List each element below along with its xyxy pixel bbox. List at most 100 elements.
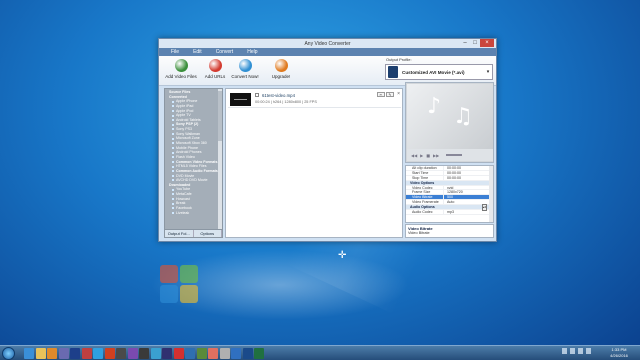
file-checkbox[interactable]: [255, 93, 259, 97]
property-key: Audio Codec: [406, 210, 444, 214]
add-video-icon: [174, 59, 188, 72]
property-key: Stop Time: [406, 175, 444, 180]
close-button[interactable]: ×: [480, 39, 494, 47]
upgrade-icon: [274, 59, 288, 72]
tree-item[interactable]: Liveleak: [167, 211, 218, 216]
app-icon[interactable]: [242, 348, 253, 359]
app-icon[interactable]: [139, 348, 149, 359]
volume-icon[interactable]: [578, 348, 583, 354]
property-key: Start Time: [406, 170, 444, 175]
folder-icon[interactable]: [35, 348, 46, 359]
app-icon[interactable]: [173, 348, 184, 359]
video-thumbnail: [230, 93, 251, 106]
maximize-button[interactable]: □: [470, 39, 480, 47]
bitrate-spinner[interactable]: ▴▾: [482, 204, 487, 211]
options-tab[interactable]: Options: [194, 230, 222, 237]
volume-slider[interactable]: [446, 154, 463, 156]
minimize-button[interactable]: –: [460, 39, 470, 47]
profile-sidebar: Source Files Converted Apple iPhone Apple i…: [164, 88, 223, 238]
property-description-text: Video Bitrate: [408, 231, 430, 235]
window-title: Any Video Converter: [304, 41, 351, 47]
clock-date: 4/26/2016: [610, 353, 628, 358]
tray-icon[interactable]: [570, 348, 575, 354]
menu-bar: File Edit Convert Help: [159, 48, 496, 56]
app-icon[interactable]: [219, 348, 230, 359]
property-key: Frame Size: [406, 190, 444, 195]
property-value[interactable]: 00:00:00: [444, 176, 493, 180]
output-profile-value: Customized AVI Movie (*.avi): [402, 69, 465, 75]
output-folder-tab[interactable]: Output Fol...: [165, 230, 194, 237]
preview-controls: ◀◀ ▶ ■ ▶▶: [407, 149, 493, 161]
remove-file-icon[interactable]: ×: [397, 91, 400, 97]
property-key: Alt clip duration: [406, 166, 444, 170]
chevron-down-icon[interactable]: ▾: [484, 69, 492, 75]
property-description: Video Bitrate Video Bitrate: [405, 224, 494, 238]
forward-icon[interactable]: ▶▶: [433, 153, 439, 158]
rewind-icon[interactable]: ◀◀: [411, 153, 417, 158]
output-profile-label: Output Profile:: [386, 57, 412, 62]
app-icon[interactable]: [254, 348, 264, 359]
preview-panel: ♪ ♫ ◀◀ ▶ ■ ▶▶: [405, 82, 494, 163]
photoshop-icon[interactable]: [70, 348, 80, 359]
app-icon[interactable]: [127, 348, 138, 359]
convert-now-button[interactable]: Convert Now!: [225, 59, 265, 79]
preview-screen: ♪ ♫: [407, 84, 493, 149]
output-profile-select[interactable]: Customized AVI Movie (*.avi) ▾: [385, 64, 493, 80]
app-icon[interactable]: [208, 348, 218, 359]
menu-file[interactable]: File: [171, 49, 179, 55]
property-value[interactable]: 500: [444, 195, 493, 200]
file-row[interactable]: 61test-video.mp4 00:00:24 | h264 | 1280x…: [228, 91, 401, 108]
media-player-icon[interactable]: [47, 348, 57, 359]
ie-icon[interactable]: [24, 348, 34, 359]
skype-icon[interactable]: [93, 348, 103, 359]
property-value[interactable]: xvid: [444, 186, 493, 190]
upgrade-button[interactable]: Upgrade!: [261, 59, 301, 79]
app-window: Any Video Converter – □ × File Edit Conv…: [158, 38, 497, 242]
play-icon[interactable]: ▶: [420, 153, 423, 158]
app-icon[interactable]: [81, 348, 92, 359]
app-icon[interactable]: [185, 348, 195, 359]
stop-icon[interactable]: ■: [426, 153, 430, 158]
convert-icon: [238, 59, 252, 72]
start-button[interactable]: [2, 347, 15, 360]
property-value[interactable]: 1280x720: [444, 190, 493, 194]
avi-profile-icon: [388, 66, 398, 78]
clock[interactable]: 1:33 PM 4/26/2016: [600, 347, 638, 359]
app-icon[interactable]: [196, 348, 207, 359]
sidebar-scrollbar[interactable]: [218, 89, 222, 231]
taskbar: 1:33 PM 4/26/2016: [0, 345, 640, 360]
property-value[interactable]: 00:00:00: [444, 171, 493, 175]
music-note-icon: ♫: [453, 104, 473, 129]
cut-icon[interactable]: ✂: [377, 92, 385, 97]
properties-grid: Alt clip duration 00:00:00 Start Time 00:00…: [405, 165, 494, 223]
property-key: Video Framerate: [406, 200, 444, 205]
network-icon[interactable]: [586, 348, 591, 354]
file-name: 61test-video.mp4: [262, 93, 295, 98]
file-info: 00:00:24 | h264 | 1280x800 | 25 FPS: [255, 100, 317, 104]
property-value[interactable]: 00:00:00: [444, 166, 493, 170]
app-icon[interactable]: [104, 348, 115, 359]
music-note-icon: ♪: [427, 94, 442, 119]
properties-scrollbar[interactable]: [489, 166, 493, 222]
menu-edit[interactable]: Edit: [193, 49, 202, 55]
menu-convert[interactable]: Convert: [216, 49, 234, 55]
profile-tree: Source Files Converted Apple iPhone Apple i…: [165, 89, 222, 215]
file-list: 61test-video.mp4 00:00:24 | h264 | 1280x…: [225, 88, 403, 238]
app-icon[interactable]: [58, 348, 69, 359]
property-row[interactable]: Audio Codec mp3: [406, 210, 493, 215]
edit-icon[interactable]: ✎: [386, 92, 394, 97]
windows-wallpaper-logo: [160, 265, 200, 305]
add-url-icon: [208, 59, 222, 72]
tree-item[interactable]: AVCHD DVD Movie: [167, 178, 218, 183]
mouse-cursor-icon: ✛: [338, 250, 347, 261]
title-bar[interactable]: Any Video Converter – □ ×: [159, 39, 496, 48]
tray-icon[interactable]: [562, 348, 567, 354]
app-icon[interactable]: [150, 348, 161, 359]
app-icon[interactable]: [116, 348, 126, 359]
system-tray: [562, 348, 591, 354]
menu-help[interactable]: Help: [247, 49, 257, 55]
property-key: Video Codec: [406, 185, 444, 190]
app-icon[interactable]: [162, 348, 172, 359]
app-icon[interactable]: [231, 348, 241, 359]
property-key: Video Bitrate: [406, 195, 444, 200]
